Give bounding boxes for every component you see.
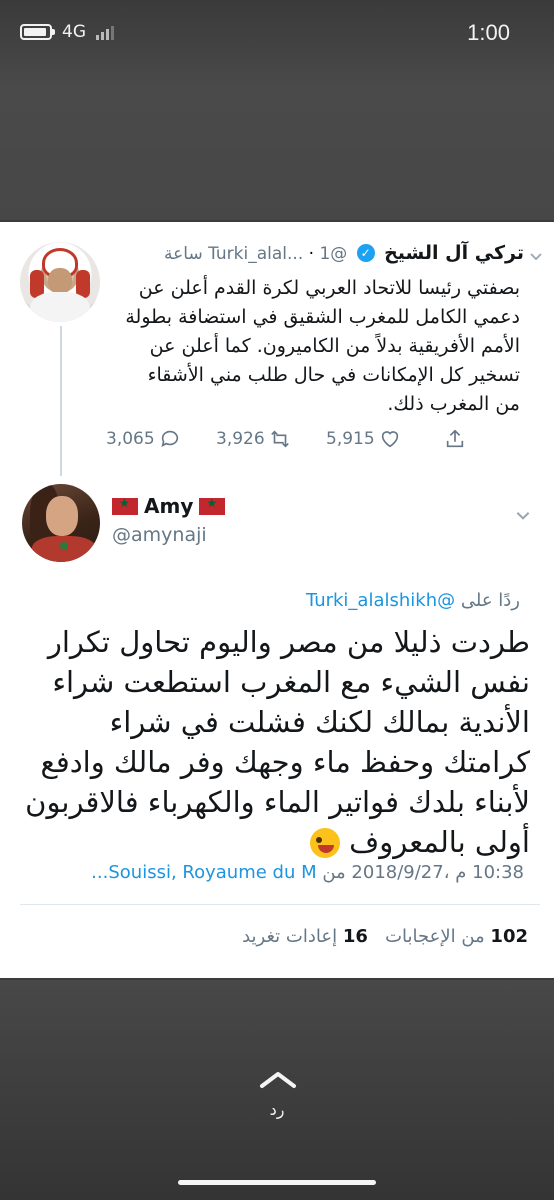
parent-author-name[interactable]: تركي آل الشيخ [384,242,524,264]
retweet-icon [270,430,289,448]
divider [20,904,540,905]
reply-action[interactable]: 3,065 [106,424,181,454]
parent-tweet-header: تركي آل الشيخ ✓ @Turki_alal... · 1 ساعة [104,242,524,272]
home-indicator[interactable] [178,1180,376,1185]
reply-icon [161,430,178,447]
tweet-actions: 3,065 3,926 5,915 [106,424,466,454]
chevron-down-icon[interactable] [528,248,544,264]
retweet-action[interactable]: 3,926 [216,424,291,454]
tweet-stats: 102 من الإعجابات 16 إعادات تغريد [242,926,528,947]
reply-button-label[interactable]: رد [0,1100,554,1119]
signal-icon [96,26,126,40]
replying-to: ردًا على @Turki_alalshikh [306,590,520,611]
chevron-up-icon[interactable] [258,1070,298,1090]
separator-dot: · [308,244,320,264]
replying-to-mention[interactable]: @Turki_alalshikh [306,590,455,611]
like-action[interactable]: 5,915 [326,424,401,454]
retweet-count: 3,926 [216,429,265,449]
reply-author-handle: @amynaji [112,524,207,546]
likes-label[interactable]: من الإعجابات [385,926,485,947]
tweet-timestamp: 10:38 م ،2018/9/27 [351,862,524,883]
tweet-card: تركي آل الشيخ ✓ @Turki_alal... · 1 ساعة … [0,222,554,978]
reply-author-name: Amy [144,494,194,518]
likes-count[interactable]: 102 [490,926,528,947]
tweet-meta: 10:38 م ،2018/9/27 من Souissi, Royaume d… [91,862,524,883]
battery-icon [20,24,52,40]
reply-author-name-row[interactable]: Amy [112,494,226,518]
chevron-down-icon[interactable] [514,506,532,524]
reply-avatar[interactable] [22,484,100,562]
morocco-flag-icon [112,496,138,515]
retweets-count[interactable]: 16 [343,926,368,947]
status-bar: 4G 1:00 [0,0,554,70]
thread-line [60,326,62,476]
morocco-flag-icon [199,496,226,515]
retweets-label[interactable]: إعادات تغريد [242,926,337,947]
share-icon [446,429,464,448]
replying-to-label: ردًا على [460,590,520,611]
winking-tongue-emoji-icon [309,828,340,858]
reply-tweet-text: طردت ذليلا من مصر واليوم تحاول تكرار نفس… [14,622,530,862]
location-link[interactable]: Souissi, Royaume du M... [91,862,316,883]
heart-icon [381,431,398,448]
clock: 1:00 [467,20,510,45]
blurred-background-bottom [0,980,554,1200]
verified-icon: ✓ [356,244,375,262]
parent-avatar[interactable] [20,242,100,322]
reply-count: 3,065 [106,429,155,449]
battery-tip [52,29,55,35]
network-type: 4G [62,22,86,42]
like-count: 5,915 [326,429,375,449]
share-action[interactable] [440,424,466,454]
reply-tweet-body: طردت ذليلا من مصر واليوم تحاول تكرار نفس… [25,625,530,859]
parent-tweet-text: بصفتي رئيسا للاتحاد العربي لكرة القدم أع… [125,277,520,415]
location-prefix: من [322,862,346,883]
